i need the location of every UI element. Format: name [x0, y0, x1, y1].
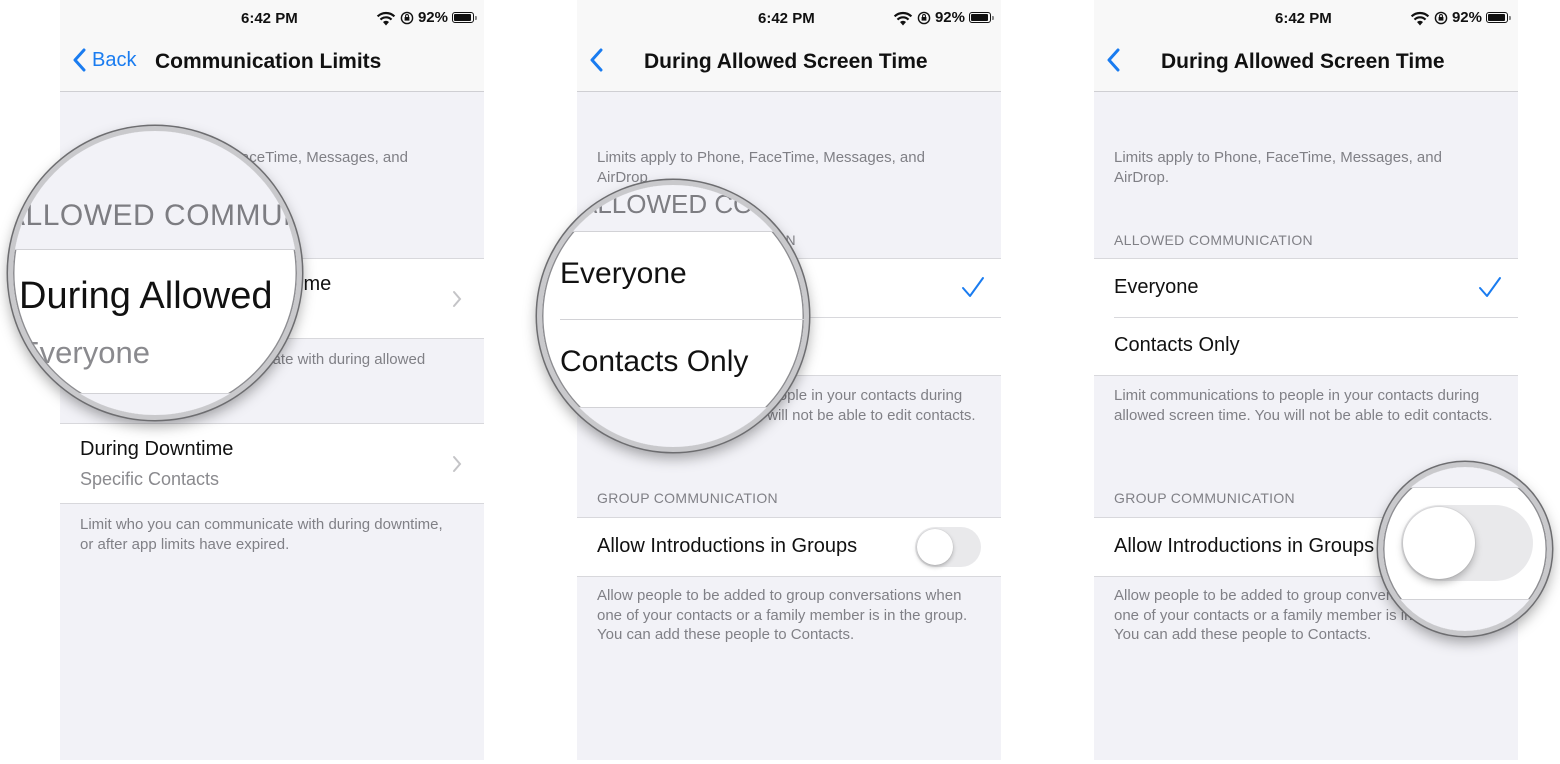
chevron-right-icon	[453, 291, 462, 307]
option-label: Everyone	[1114, 276, 1199, 298]
screen-during-allowed-screen-time-toggle: 6:42 PM 92% During Allowed Screen Time L…	[1094, 0, 1518, 760]
battery-icon	[452, 12, 477, 23]
magnified-section-header: ALLOWED COMMUNICATION	[8, 199, 302, 232]
row-subtitle: Specific Contacts	[80, 469, 220, 489]
navigation-bar: Back Communication Limits	[60, 38, 484, 92]
status-time: 6:42 PM	[758, 10, 815, 27]
group-section-header: GROUP COMMUNICATION	[597, 490, 778, 506]
page-title: Communication Limits	[155, 50, 382, 73]
battery-icon	[969, 12, 994, 23]
magnifier-options: ALLOWED COMMUNICATION Everyone Contacts …	[537, 180, 809, 452]
group-footer: Allow people to be added to group conver…	[597, 587, 968, 643]
chevron-right-icon	[453, 456, 462, 472]
section-header: ALLOWED COMMUNICATION	[1114, 232, 1313, 248]
back-label: Back	[92, 48, 137, 71]
option-contacts-only[interactable]: Contacts Only	[1094, 317, 1518, 375]
allowed-communication-options: Everyone Contacts Only	[1094, 258, 1518, 376]
toggle-label: Allow Introductions in Groups	[597, 535, 858, 557]
screenshot-collage: 6:42 PM 92% Back Communication Limits Li…	[0, 0, 1560, 764]
magnified-row-subtitle: Everyone	[19, 335, 150, 370]
orientation-lock-icon	[400, 11, 414, 24]
chevron-left-icon	[73, 48, 86, 72]
group-communication-group: Allow Introductions in Groups	[577, 517, 1001, 577]
wifi-icon	[1410, 11, 1430, 25]
magnified-section-header: ALLOWED COMMUNICATION	[580, 189, 804, 219]
page-title: During Allowed Screen Time	[1161, 50, 1445, 73]
battery-percent: 92%	[934, 9, 965, 26]
navigation-bar: During Allowed Screen Time	[577, 38, 1001, 92]
magnifier-toggle	[1378, 462, 1552, 636]
orientation-lock-icon	[917, 11, 931, 24]
checkmark-icon	[962, 277, 984, 297]
option-label: Contacts Only	[1114, 334, 1240, 356]
allow-introductions-row: Allow Introductions in Groups	[577, 518, 1001, 576]
group-section-header: GROUP COMMUNICATION	[1114, 490, 1295, 506]
toggle-label: Allow Introductions in Groups	[1114, 535, 1375, 557]
during-downtime-row[interactable]: During Downtime Specific Contacts	[60, 424, 484, 503]
options-footer: Limit communications to people in your c…	[1114, 387, 1493, 424]
magnified-option-contacts-only: Contacts Only	[560, 345, 749, 378]
back-button[interactable]	[589, 48, 609, 72]
magnified-row-title: During Allowed	[19, 275, 273, 317]
status-bar: 6:42 PM 92%	[1094, 0, 1518, 38]
magnified-option-everyone: Everyone	[560, 257, 687, 290]
battery-percent: 92%	[417, 9, 448, 26]
magnified-toggle-knob	[1403, 507, 1475, 579]
magnified-toggle	[1401, 505, 1533, 581]
chevron-left-icon	[590, 48, 603, 72]
allow-introductions-toggle[interactable]	[915, 527, 981, 567]
navigation-bar: During Allowed Screen Time	[1094, 38, 1518, 92]
status-time: 6:42 PM	[241, 10, 298, 27]
option-everyone[interactable]: Everyone	[1094, 259, 1518, 317]
status-bar: 6:42 PM 92%	[60, 0, 484, 38]
checkmark-icon	[1479, 277, 1501, 297]
intro-text: Limits apply to Phone, FaceTime, Message…	[1114, 149, 1442, 186]
back-button[interactable]: Back	[72, 48, 136, 72]
magnifier-during-allowed: ALLOWED COMMUNICATION During Allowed Eve…	[8, 126, 302, 420]
battery-icon	[1486, 12, 1511, 23]
status-bar: 6:42 PM 92%	[577, 0, 1001, 38]
page-title: During Allowed Screen Time	[644, 50, 928, 73]
downtime-group: During Downtime Specific Contacts	[60, 423, 484, 504]
battery-percent: 92%	[1451, 9, 1482, 26]
toggle-knob	[917, 529, 953, 565]
back-button[interactable]	[1106, 48, 1126, 72]
wifi-icon	[893, 11, 913, 25]
status-time: 6:42 PM	[1275, 10, 1332, 27]
downtime-footer: Limit who you can communicate with durin…	[80, 516, 443, 553]
wifi-icon	[376, 11, 396, 25]
chevron-left-icon	[1107, 48, 1120, 72]
row-title: During Downtime	[80, 438, 234, 460]
orientation-lock-icon	[1434, 11, 1448, 24]
